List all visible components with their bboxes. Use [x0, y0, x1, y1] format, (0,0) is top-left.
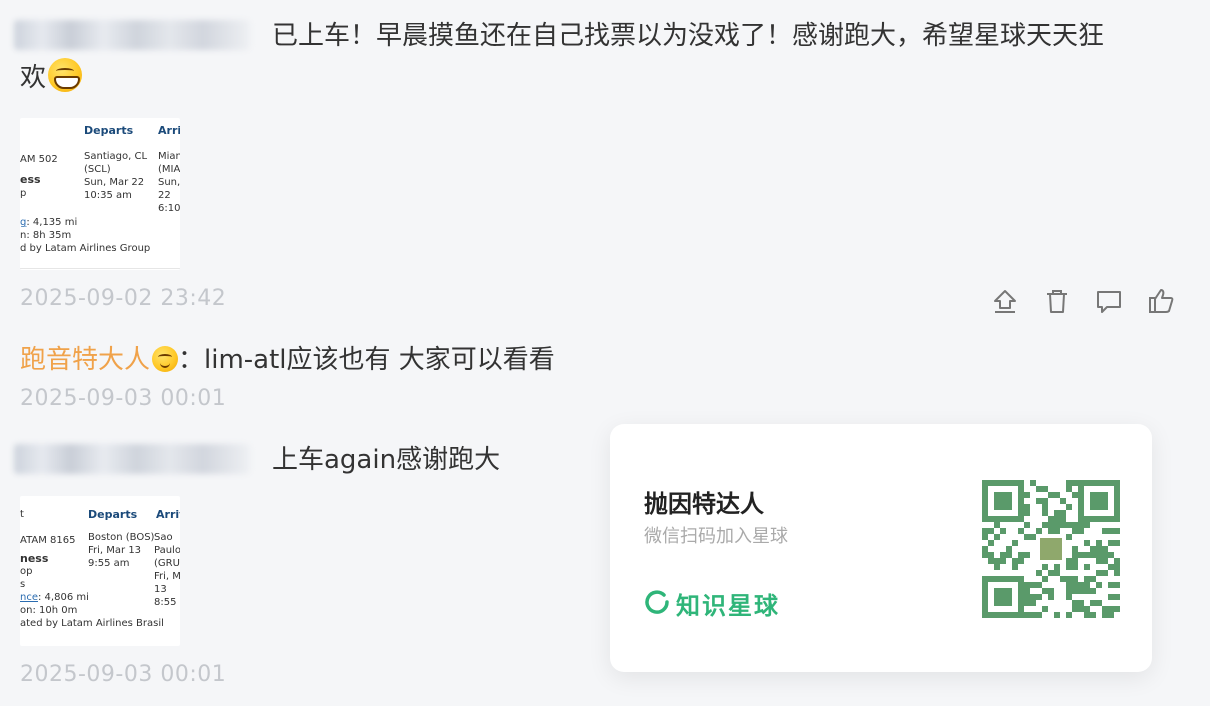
ticket-flight-prefix: t	[20, 509, 24, 520]
brand-name: 知识星球	[676, 592, 780, 620]
zsxq-logo-icon	[645, 590, 669, 614]
stops: op	[20, 566, 33, 577]
post-message: 上车again感谢跑大	[272, 445, 501, 475]
flight-number: AM 502	[20, 154, 58, 165]
departs-city: Santiago, CL	[84, 151, 148, 162]
stops: p	[20, 188, 27, 199]
comment-text: ：lim-atl应该也有 大家可以看看	[178, 345, 555, 375]
departs-date: Fri, Mar 13	[88, 545, 142, 556]
arrives-header: Arriv	[156, 508, 180, 521]
post-timestamp: 2025-09-03 00:01	[20, 662, 227, 687]
cabin-class: ness	[20, 552, 49, 565]
blurred-username	[14, 20, 250, 50]
distance-label: s	[20, 579, 26, 590]
departs-time: 10:35 am	[84, 190, 132, 201]
comment-line: 跑音特大人 ：lim-atl应该也有 大家可以看看	[20, 340, 555, 380]
winking-face-emoji	[152, 346, 179, 372]
post-message-continued: 欢	[20, 58, 83, 98]
distance: : 4,806 mi	[38, 592, 89, 603]
distance-link: nce	[20, 592, 38, 603]
duration: n: 8h 35m	[20, 230, 72, 241]
departs-header: Departs	[84, 124, 134, 137]
planet-invite-card: 抛因特达人 微信扫码加入星球 知识星球	[610, 424, 1152, 672]
arrives-date: Sun,	[158, 177, 180, 188]
comment-timestamp: 2025-09-03 00:01	[20, 386, 227, 411]
departs-date: Sun, Mar 22	[84, 177, 145, 188]
arrives-time: 6:10	[158, 203, 180, 214]
departs-code: (SCL)	[84, 164, 111, 175]
flight-ticket-image[interactable]: Departs Arriv t ATAM 8165 ness op Boston…	[20, 496, 180, 646]
arrives-city: Mian	[158, 151, 180, 162]
departs-time: 9:55 am	[88, 558, 130, 569]
comment-icon[interactable]	[1094, 286, 1124, 316]
like-icon[interactable]	[1146, 286, 1176, 316]
duration: on: 10h 0m	[20, 605, 78, 616]
post-timestamp: 2025-09-02 23:42	[20, 286, 227, 311]
arrives-city-2: Paulo,	[154, 545, 180, 556]
blurred-username	[14, 444, 250, 474]
arrives-time: 8:55 p	[154, 597, 180, 608]
arrives-day: 22	[158, 190, 171, 201]
ticket-divider	[20, 268, 180, 269]
share-icon[interactable]	[990, 286, 1020, 316]
arrives-code: (MIA	[158, 164, 180, 175]
comment-author[interactable]: 跑音特大人	[20, 345, 150, 375]
post-message: 已上车！早晨摸鱼还在自己找票以为没戏了！感谢跑大，希望星球天天狂	[272, 21, 1105, 51]
distance: : 4,135 mi	[26, 217, 78, 228]
operator: d by Latam Airlines Group	[20, 243, 151, 254]
arrives-day: 13	[154, 584, 167, 595]
arrives-date: Fri, M	[154, 571, 180, 582]
departs-city: Boston (BOS)	[88, 532, 155, 543]
flight-ticket-image[interactable]: Departs Arri AM 502 ess p Santiago, CL (…	[20, 118, 180, 270]
planet-name: 抛因特达人	[644, 490, 764, 518]
qr-code[interactable]	[982, 480, 1120, 618]
delete-icon[interactable]	[1042, 286, 1072, 316]
flight-number: ATAM 8165	[20, 535, 76, 546]
arrives-code: (GRU)	[154, 558, 180, 569]
post-message-line2: 欢	[20, 63, 47, 93]
arrives-header: Arri	[158, 124, 180, 137]
departs-header: Departs	[88, 508, 138, 521]
grinning-face-emoji	[48, 58, 83, 92]
arrives-city: Sao	[154, 532, 173, 543]
cabin-class: ess	[20, 173, 41, 186]
scan-hint: 微信扫码加入星球	[644, 526, 788, 547]
operator: ated by Latam Airlines Brasil	[20, 618, 164, 629]
